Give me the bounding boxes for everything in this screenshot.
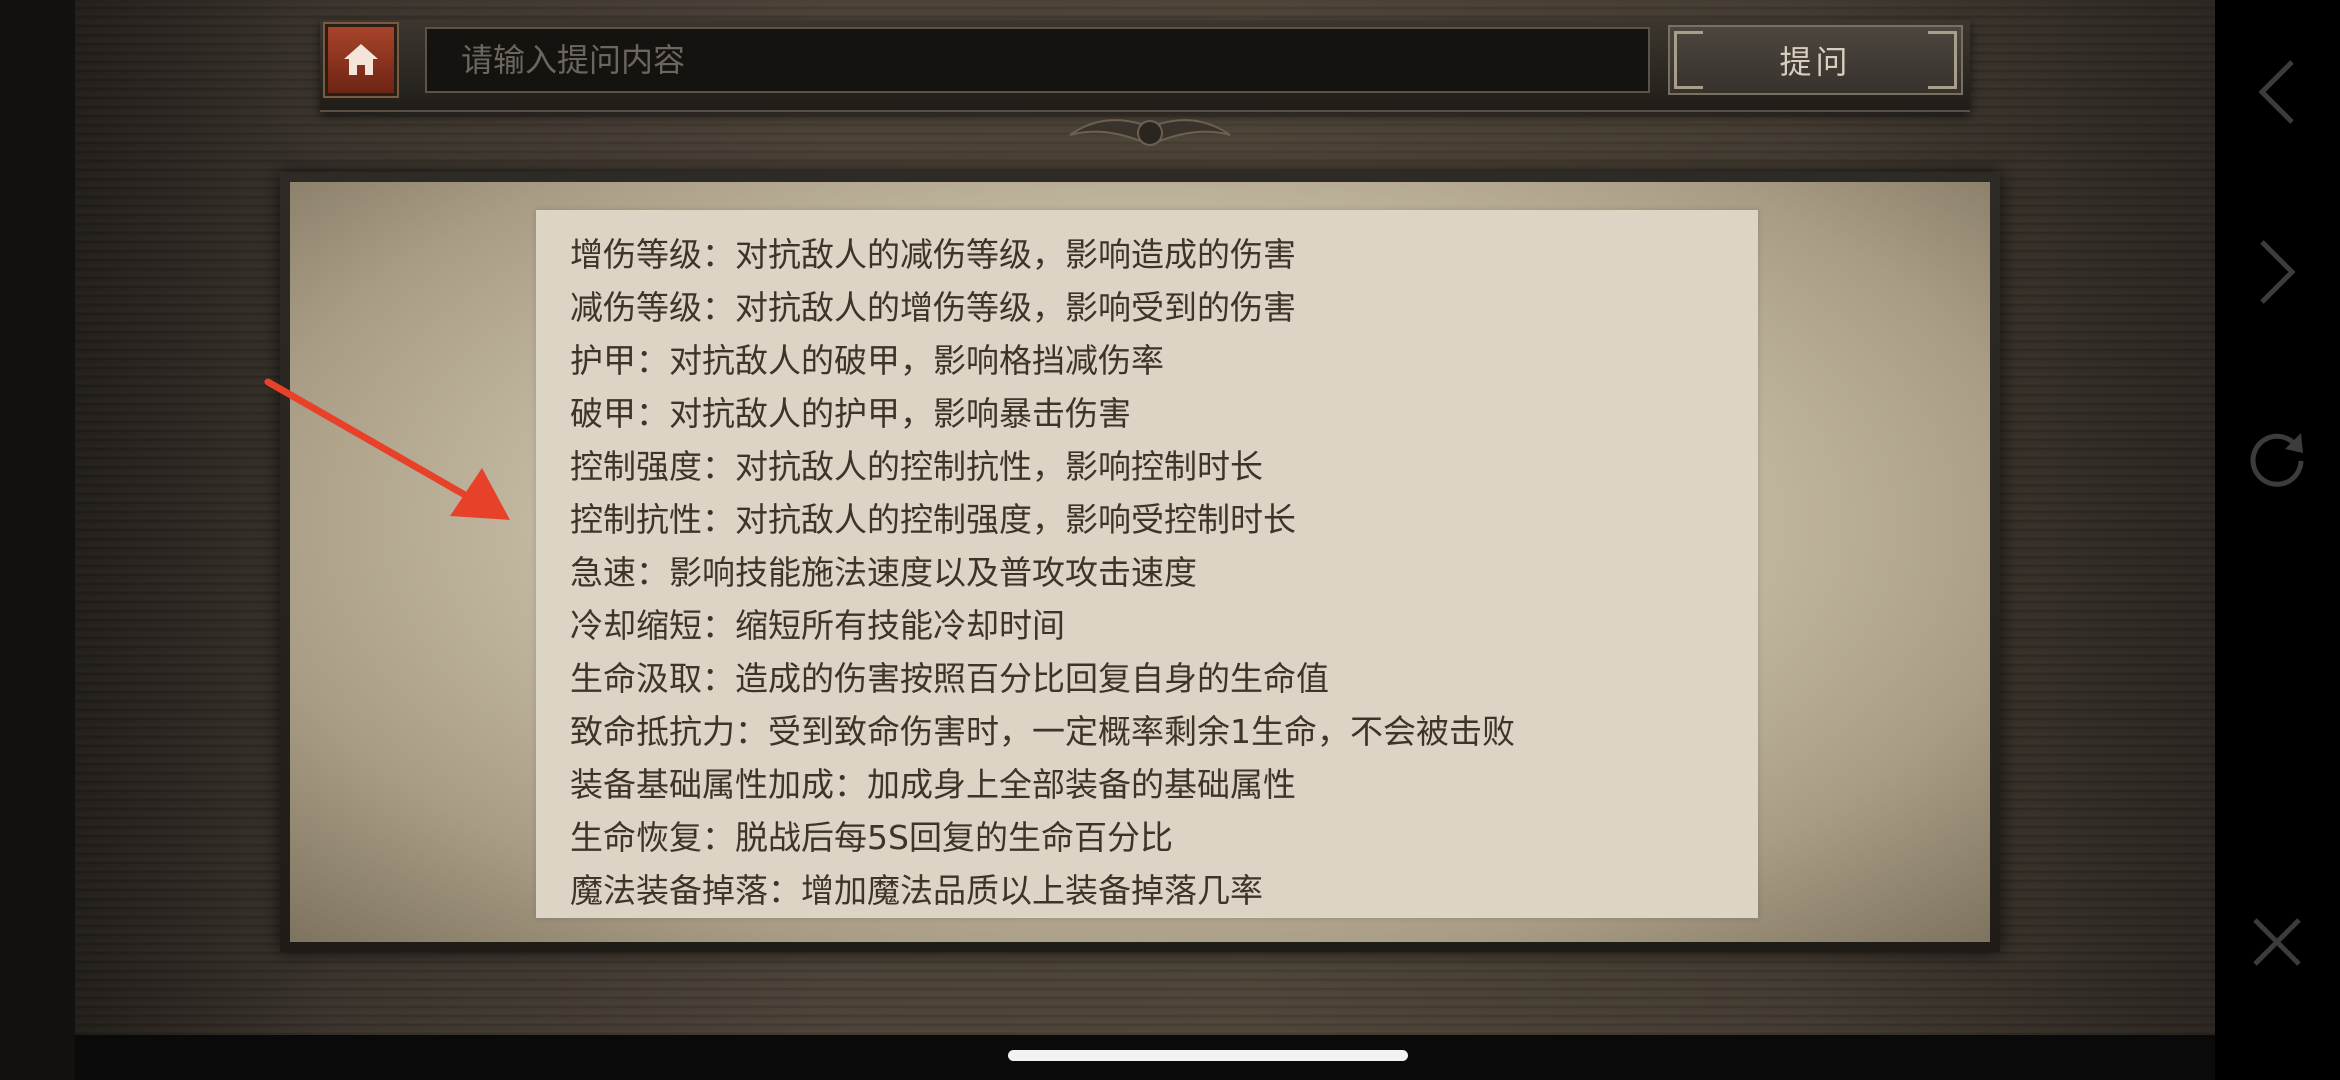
corner-ornament <box>1928 31 1957 60</box>
glossary-line: 控制抗性：对抗敌人的控制强度，影响受控制时长 <box>570 500 1296 539</box>
left-edge <box>0 0 75 1080</box>
frame-ornament <box>1069 119 1231 147</box>
glossary-line: 致命抵抗力：受到致命伤害时，一定概率剩余1生命，不会被击败 <box>570 712 1515 751</box>
forward-button[interactable] <box>2245 240 2309 304</box>
home-indicator-bar[interactable] <box>1008 1050 1408 1061</box>
glossary-line: 装备基础属性加成：加成身上全部装备的基础属性 <box>570 765 1296 804</box>
chevron-left-icon <box>2258 60 2294 124</box>
corner-ornament <box>1674 60 1703 89</box>
glossary-line: 魔法装备掉落：增加魔法品质以上装备掉落几率 <box>570 871 1263 910</box>
glossary-line: 急速：影响技能施法速度以及普攻攻击速度 <box>570 553 1197 592</box>
chevron-right-icon <box>2260 240 2296 304</box>
glossary-line: 生命汲取：造成的伤害按照百分比回复自身的生命值 <box>570 659 1329 698</box>
question-input[interactable] <box>425 27 1650 93</box>
back-button[interactable] <box>2245 60 2309 124</box>
refresh-icon <box>2250 433 2304 487</box>
glossary-line: 护甲：对抗敌人的破甲，影响格挡减伤率 <box>570 341 1164 380</box>
glossary-line: 生命恢复：脱战后每5S回复的生命百分比 <box>570 818 1173 857</box>
glossary-line: 破甲：对抗敌人的护甲，影响暴击伤害 <box>570 394 1131 433</box>
glossary-line: 冷却缩短：缩短所有技能冷却时间 <box>570 606 1065 645</box>
glossary-line: 减伤等级：对抗敌人的增伤等级，影响受到的伤害 <box>570 288 1296 327</box>
ask-button[interactable]: 提问 <box>1668 25 1963 95</box>
glossary-panel: 增伤等级：对抗敌人的减伤等级，影响造成的伤害 减伤等级：对抗敌人的增伤等级，影响… <box>536 210 1758 918</box>
red-arrow-annotation <box>264 378 510 520</box>
ask-button-label: 提问 <box>1779 43 1852 81</box>
close-icon <box>2253 918 2301 966</box>
glossary-line: 增伤等级：对抗敌人的减伤等级，影响造成的伤害 <box>570 235 1296 274</box>
home-button[interactable] <box>323 22 399 98</box>
corner-ornament <box>1928 60 1957 89</box>
home-icon <box>344 44 378 75</box>
glossary-line: 控制强度：对抗敌人的控制抗性，影响控制时长 <box>570 447 1263 486</box>
glossary-list: 增伤等级：对抗敌人的减伤等级，影响造成的伤害 减伤等级：对抗敌人的增伤等级，影响… <box>570 228 1515 917</box>
refresh-button[interactable] <box>2245 425 2309 489</box>
close-button[interactable] <box>2245 910 2309 974</box>
corner-ornament <box>1674 31 1703 60</box>
